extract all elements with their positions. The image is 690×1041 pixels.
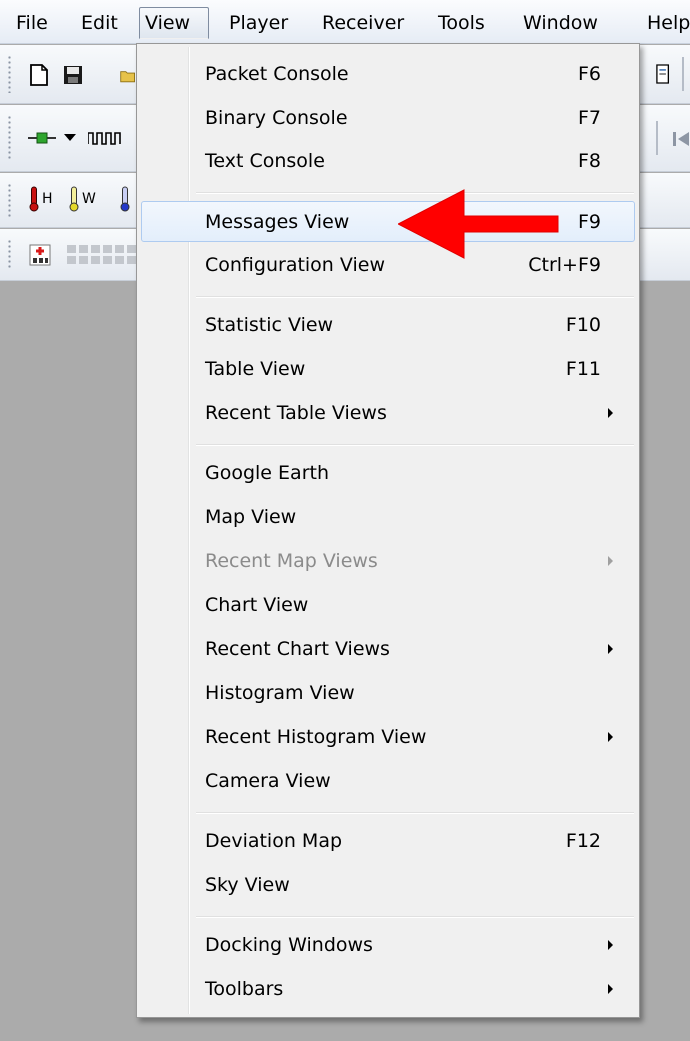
menu-separator (196, 812, 634, 814)
menu-bar: File Edit View Player Receiver Tools Win… (0, 0, 690, 44)
menu-item-map-view[interactable]: Map View (141, 497, 635, 538)
menu-item-label: Table View (205, 358, 306, 380)
menu-item-label: Messages View (205, 211, 350, 233)
menu-item-docking-windows[interactable]: Docking Windows (141, 925, 635, 966)
menu-item-label: Chart View (205, 594, 309, 616)
menu-item-label: Recent Table Views (205, 402, 387, 424)
menu-item-shortcut: F6 (577, 63, 601, 85)
menu-item-label: Docking Windows (205, 934, 373, 956)
menu-item-label: Deviation Map (205, 830, 343, 852)
menu-separator (196, 916, 634, 918)
menu-item-recent-chart-views[interactable]: Recent Chart Views (141, 629, 635, 670)
toolbar-separator (656, 121, 658, 155)
save-icon[interactable] (62, 63, 84, 87)
menu-item-label: Statistic View (205, 314, 334, 336)
dropdown-arrow-icon[interactable] (62, 131, 78, 145)
menu-item-recent-histogram-view[interactable]: Recent Histogram View (141, 717, 635, 758)
thermometer-blue-icon[interactable] (118, 185, 132, 213)
submenu-arrow-icon (608, 984, 613, 994)
menu-item-sky-view[interactable]: Sky View (141, 865, 635, 906)
menu-player[interactable]: Player (223, 7, 294, 39)
connector-icon[interactable] (28, 131, 56, 145)
menu-item-google-earth[interactable]: Google Earth (141, 453, 635, 494)
submenu-arrow-icon (608, 408, 613, 418)
menu-item-label: Camera View (205, 770, 331, 792)
menu-item-recent-table-views[interactable]: Recent Table Views (141, 393, 635, 434)
toolbar-grip[interactable] (8, 239, 11, 270)
submenu-arrow-icon (608, 940, 613, 950)
menu-item-chart-view[interactable]: Chart View (141, 585, 635, 626)
view-menu: Packet Console F6 Binary Console F7 Text… (136, 43, 640, 1018)
toolbar-grip[interactable] (8, 183, 11, 217)
grid-layout-icon[interactable] (66, 243, 136, 267)
toolbar-grip[interactable] (8, 55, 11, 93)
toolbar-separator (682, 57, 684, 91)
menu-item-recent-map-views: Recent Map Views (141, 541, 635, 582)
menu-item-shortcut: F11 (565, 358, 601, 380)
menu-item-binary-console[interactable]: Binary Console F7 (141, 98, 635, 139)
menu-item-label: Packet Console (205, 63, 349, 85)
menu-item-label: Sky View (205, 874, 290, 896)
menu-item-shortcut: F7 (577, 107, 601, 129)
menu-item-deviation-map[interactable]: Deviation Map F12 (141, 821, 635, 862)
menu-item-label: Configuration View (205, 254, 385, 276)
menu-item-configuration-view[interactable]: Configuration View Ctrl+F9 (141, 245, 635, 286)
menu-item-histogram-view[interactable]: Histogram View (141, 673, 635, 714)
menu-item-shortcut: F10 (565, 314, 601, 336)
menu-item-messages-view[interactable]: Messages View F9 (141, 201, 635, 242)
menu-item-shortcut: F12 (565, 830, 601, 852)
menu-item-shortcut: F9 (577, 211, 601, 233)
open-folder-icon[interactable] (120, 65, 136, 87)
menu-file[interactable]: File (10, 7, 54, 39)
menu-item-toolbars[interactable]: Toolbars (141, 969, 635, 1010)
new-file-icon[interactable] (28, 63, 50, 87)
menu-item-label: Text Console (205, 150, 325, 172)
menu-item-label: Recent Map Views (205, 550, 378, 572)
menu-receiver[interactable]: Receiver (316, 7, 410, 39)
menu-item-label: Binary Console (205, 107, 348, 129)
menu-tools[interactable]: Tools (432, 7, 491, 39)
menu-item-statistic-view[interactable]: Statistic View F10 (141, 305, 635, 346)
toolbar-grip[interactable] (8, 115, 11, 161)
thermometer-label-h: H (42, 191, 53, 207)
menu-item-shortcut: F8 (577, 150, 601, 172)
menu-view[interactable]: View (139, 7, 209, 39)
skip-back-icon[interactable] (672, 129, 690, 149)
menu-item-packet-console[interactable]: Packet Console F6 (141, 54, 635, 95)
menu-help[interactable]: Help (641, 7, 690, 39)
pulse-signal-icon[interactable] (88, 129, 134, 147)
add-device-icon[interactable] (28, 243, 52, 267)
submenu-arrow-icon (608, 556, 613, 566)
document-icon[interactable] (652, 61, 670, 87)
menu-item-text-console[interactable]: Text Console F8 (141, 141, 635, 182)
thermometer-red-icon[interactable] (28, 185, 40, 213)
menu-item-label: Map View (205, 506, 297, 528)
annotation-arrow-icon (398, 189, 559, 259)
menu-item-label: Recent Chart Views (205, 638, 390, 660)
menu-edit[interactable]: Edit (75, 7, 124, 39)
menu-item-label: Recent Histogram View (205, 726, 427, 748)
menu-item-table-view[interactable]: Table View F11 (141, 349, 635, 390)
menu-item-label: Google Earth (205, 462, 329, 484)
submenu-arrow-icon (608, 644, 613, 654)
submenu-arrow-icon (608, 732, 613, 742)
thermometer-label-w: W (82, 191, 96, 207)
menu-window[interactable]: Window (517, 7, 604, 39)
menu-item-label: Toolbars (205, 978, 284, 1000)
thermometer-yellow-icon[interactable] (68, 185, 80, 213)
menu-item-camera-view[interactable]: Camera View (141, 761, 635, 802)
menu-separator (196, 444, 634, 446)
menu-separator (196, 296, 634, 298)
menu-item-label: Histogram View (205, 682, 355, 704)
